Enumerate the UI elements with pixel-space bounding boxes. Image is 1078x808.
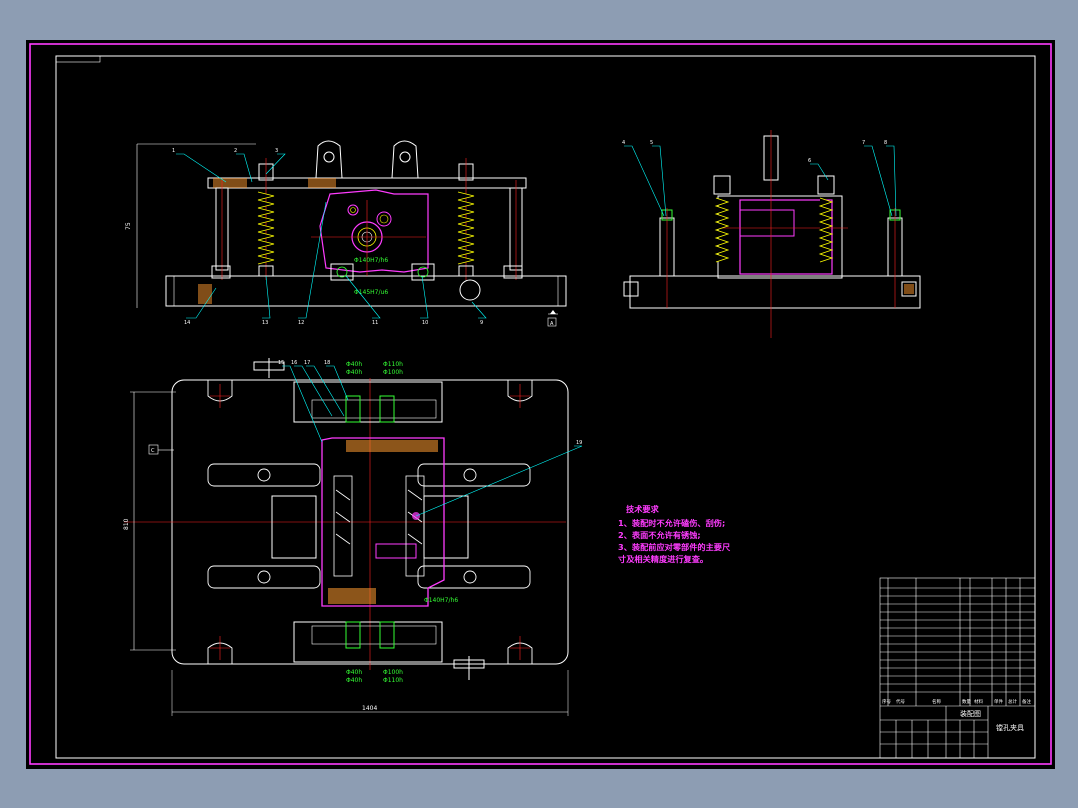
outer-frame bbox=[29, 43, 1052, 765]
notes-line-3: 3、装配前应对零部件的主要尺 bbox=[618, 542, 731, 552]
svg-text:6: 6 bbox=[808, 158, 811, 164]
side-leaders bbox=[624, 145, 897, 217]
internal-parts bbox=[333, 475, 425, 577]
spring-right bbox=[457, 191, 475, 265]
svg-text:4: 4 bbox=[622, 140, 625, 146]
notes-line-1: 1、装配时不允许磕伤、刮伤; bbox=[618, 518, 725, 528]
svg-text:8: 8 bbox=[884, 140, 887, 146]
svg-text:Φ100h: Φ100h bbox=[383, 369, 403, 376]
notes-line-2: 2、表面不允许有锈蚀; bbox=[618, 530, 701, 540]
svg-text:17: 17 bbox=[304, 360, 310, 366]
side-view: 4 5 6 7 8 bbox=[622, 130, 921, 338]
svg-text:名称: 名称 bbox=[932, 698, 941, 705]
svg-text:Φ40h: Φ40h bbox=[346, 361, 362, 368]
svg-text:总计: 总计 bbox=[1008, 698, 1017, 705]
assembly-drawing: Φ140H7/h6 Φ145H7/u6 75 1 2 3 14 13 12 11… bbox=[29, 43, 1052, 765]
svg-text:Φ40h: Φ40h bbox=[346, 677, 362, 684]
fit-label-plan-1: Φ140H7/h6 bbox=[424, 597, 458, 604]
dim-width-plan: 1404 bbox=[362, 705, 377, 712]
svg-text:2: 2 bbox=[234, 148, 237, 154]
frame-corner-tab bbox=[55, 55, 101, 63]
fit-label-front-1: Φ140H7/h6 bbox=[354, 257, 388, 264]
fit-labels-plan-bottom: Φ100h Φ110h Φ40h Φ40h bbox=[346, 669, 403, 684]
notes-title: 技术要求 bbox=[626, 504, 660, 514]
workpiece-side bbox=[739, 199, 833, 275]
svg-text:18: 18 bbox=[324, 360, 330, 366]
spring-side bbox=[714, 197, 834, 263]
datum-label-a: A bbox=[550, 321, 554, 327]
plan-view: 810 1404 C Φ140H7/h6 Φ110h Φ100h Φ40h Φ4… bbox=[123, 358, 582, 716]
drawing-name: 装配图 bbox=[960, 709, 981, 718]
top-plate bbox=[207, 177, 527, 189]
svg-text:1: 1 bbox=[172, 148, 175, 154]
svg-text:3: 3 bbox=[275, 148, 278, 154]
strap-left-top bbox=[207, 463, 321, 487]
cad-viewport[interactable]: Φ140H7/h6 Φ145H7/u6 75 1 2 3 14 13 12 11… bbox=[26, 40, 1055, 769]
plan-callout-labels: 15 16 17 18 19 bbox=[278, 360, 582, 446]
side-callout-labels: 4 5 6 7 8 bbox=[622, 140, 887, 164]
svg-text:9: 9 bbox=[480, 320, 483, 326]
strap-left-bottom bbox=[207, 565, 321, 589]
svg-text:14: 14 bbox=[184, 320, 190, 326]
svg-text:单件: 单件 bbox=[994, 698, 1003, 705]
svg-text:Φ110h: Φ110h bbox=[383, 677, 403, 684]
svg-text:序号: 序号 bbox=[882, 698, 891, 705]
svg-text:16: 16 bbox=[291, 360, 297, 366]
svg-text:15: 15 bbox=[278, 360, 284, 366]
bottom-block bbox=[293, 621, 443, 663]
svg-text:Φ100h: Φ100h bbox=[383, 669, 403, 676]
datum-label-c: C bbox=[151, 448, 155, 454]
roller-pin bbox=[459, 279, 481, 301]
svg-text:5: 5 bbox=[650, 140, 653, 146]
technical-notes: 技术要求 1、装配时不允许磕伤、刮伤; 2、表面不允许有锈蚀; 3、装配前应对零… bbox=[618, 504, 731, 564]
dim-height-plan: 810 bbox=[123, 518, 130, 530]
svg-text:Φ40h: Φ40h bbox=[346, 369, 362, 376]
lifting-lug-right bbox=[391, 140, 419, 179]
svg-text:数量: 数量 bbox=[962, 698, 971, 705]
svg-text:Φ110h: Φ110h bbox=[383, 361, 403, 368]
lifting-lug-left bbox=[315, 140, 343, 179]
notes-line-4: 寸及相关精度进行复查。 bbox=[618, 554, 708, 564]
svg-text:7: 7 bbox=[862, 140, 865, 146]
svg-text:材料: 材料 bbox=[974, 698, 983, 705]
svg-text:代号: 代号 bbox=[896, 698, 905, 705]
svg-text:10: 10 bbox=[422, 320, 428, 326]
svg-text:备注: 备注 bbox=[1022, 698, 1031, 705]
svg-text:12: 12 bbox=[298, 320, 304, 326]
title-block-header: 序号 代号 名称 数量 材料 单件 总计 备注 bbox=[882, 698, 1031, 705]
spring-left bbox=[257, 191, 275, 265]
dim-height-side: 75 bbox=[125, 222, 132, 230]
top-block bbox=[293, 381, 443, 423]
svg-text:Φ40h: Φ40h bbox=[346, 669, 362, 676]
side-base bbox=[629, 275, 921, 309]
fit-labels-plan-top: Φ110h Φ100h Φ40h Φ40h bbox=[346, 361, 403, 376]
svg-text:19: 19 bbox=[576, 440, 582, 446]
svg-text:13: 13 bbox=[262, 320, 268, 326]
svg-text:11: 11 bbox=[372, 320, 378, 326]
part-name: 镗孔夹具 bbox=[996, 723, 1024, 732]
front-view: Φ140H7/h6 Φ145H7/u6 75 1 2 3 14 13 12 11… bbox=[125, 140, 567, 327]
